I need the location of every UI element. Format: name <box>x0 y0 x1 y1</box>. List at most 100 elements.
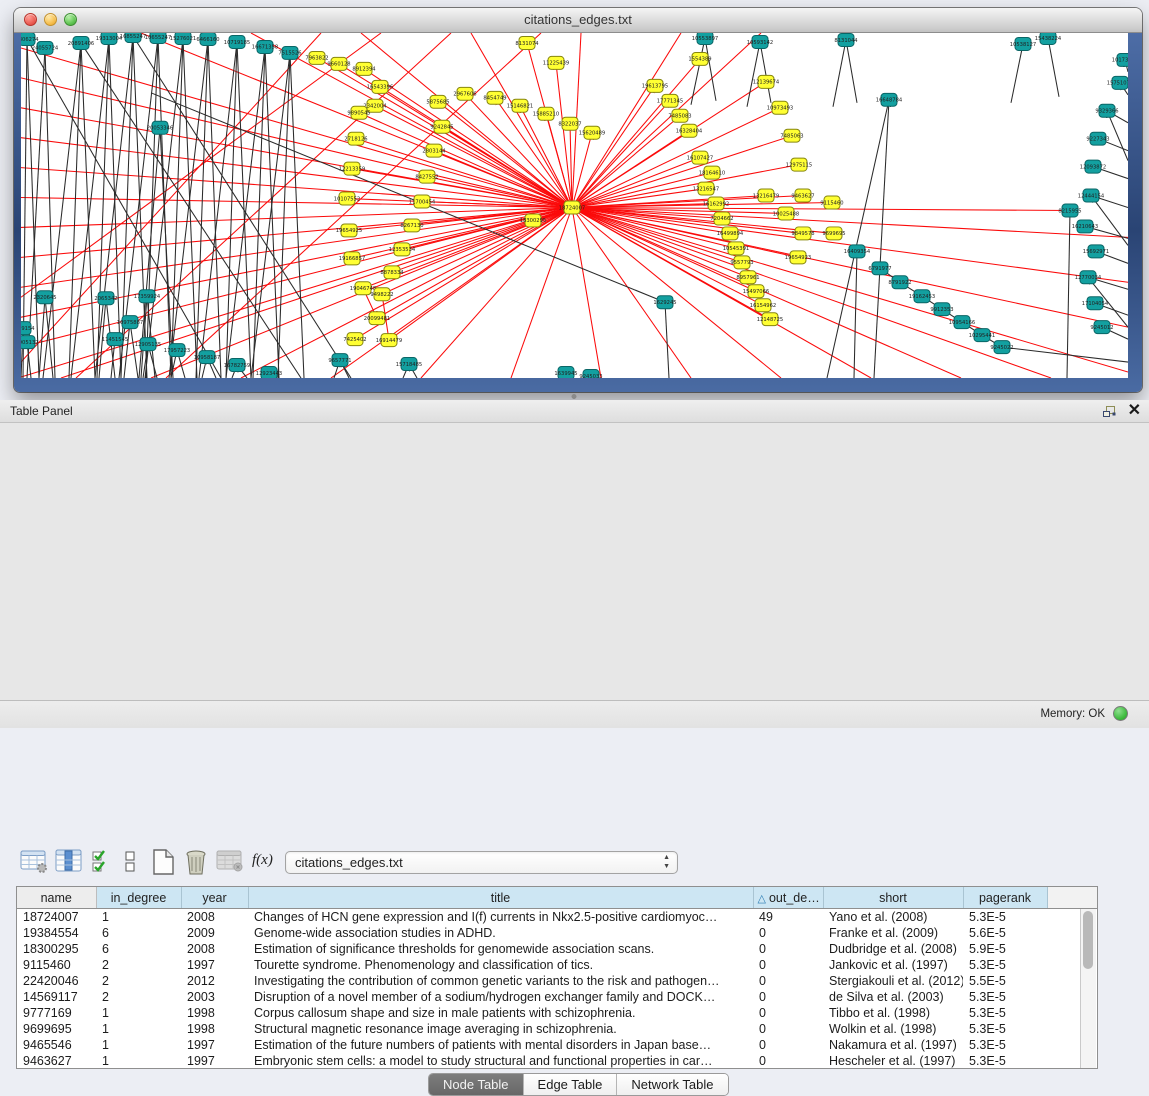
table-cell[interactable]: Estimation of the future numbers of pati… <box>248 1037 753 1053</box>
graph-edge[interactable] <box>572 207 1128 372</box>
graph-edge[interactable] <box>265 47 279 378</box>
graph-node[interactable]: 9699695 <box>822 227 845 240</box>
graph-node[interactable]: 9849578 <box>791 227 814 240</box>
table-row[interactable]: 977716911998Corpus callosum shape and si… <box>17 1005 1097 1021</box>
graph-edge[interactable] <box>572 207 1128 237</box>
graph-node[interactable]: 19654923 <box>785 251 811 264</box>
graph-node[interactable]: 7515526 <box>278 46 301 59</box>
table-cell[interactable]: 1 <box>96 1005 181 1021</box>
graph-node[interactable]: 15692971 <box>1083 245 1109 258</box>
graph-edge[interactable] <box>1011 44 1023 103</box>
graph-node[interactable]: 6791977 <box>868 262 891 275</box>
graph-node[interactable]: 7485083 <box>668 109 691 122</box>
table-cell[interactable]: 5.3E-5 <box>963 1021 1047 1037</box>
table-cell[interactable]: 9463627 <box>17 1053 96 1069</box>
table-cell[interactable]: 1997 <box>181 1053 248 1069</box>
table-cell[interactable]: Tibbo et al. (1998) <box>823 1005 963 1021</box>
graph-node[interactable]: 7963822 <box>305 51 328 64</box>
graph-node[interactable]: 9657771 <box>328 354 351 367</box>
graph-node[interactable]: 17957223 <box>164 344 190 357</box>
graph-node[interactable]: 15751074 <box>1107 76 1128 89</box>
table-cell[interactable]: Wolkin et al. (1998) <box>823 1021 963 1037</box>
scrollbar-thumb[interactable] <box>1083 911 1093 969</box>
graph-node[interactable]: 7204662 <box>710 212 733 225</box>
graph-edge[interactable] <box>1002 347 1128 362</box>
graph-node[interactable]: 19654925 <box>336 224 362 237</box>
table-cell[interactable]: 2012 <box>181 973 248 989</box>
graph-node[interactable]: 2967606 <box>453 87 476 100</box>
graph-node[interactable]: 10538127 <box>1010 37 1036 50</box>
table-row[interactable]: 946554611997Estimation of the future num… <box>17 1037 1097 1053</box>
tab-network-table[interactable]: Network Table <box>617 1074 727 1095</box>
table-row[interactable]: 2242004622012Investigating the contribut… <box>17 973 1097 989</box>
graph-node[interactable]: 15276021 <box>170 33 196 44</box>
table-cell[interactable]: Jankovic et al. (1997) <box>823 957 963 973</box>
graph-node[interactable]: 10593142 <box>747 35 773 48</box>
table-cell[interactable]: 1998 <box>181 1005 248 1021</box>
table-cell[interactable]: 5.3E-5 <box>963 1037 1047 1053</box>
table-cell[interactable]: Estimation of significance thresholds fo… <box>248 941 753 957</box>
graph-node[interactable]: 16648784 <box>876 93 903 106</box>
table-row[interactable]: 1830029562008Estimation of significance … <box>17 941 1097 957</box>
table-cell[interactable]: Franke et al. (2009) <box>823 925 963 941</box>
table-cell[interactable]: Changes of HCN gene expression and I(f) … <box>248 909 753 926</box>
graph-node[interactable]: 12770034 <box>1075 271 1102 284</box>
graph-node[interactable]: 15620489 <box>579 126 605 139</box>
graph-node[interactable]: 13216479 <box>753 189 779 202</box>
graph-node[interactable]: 9245022 <box>990 341 1013 354</box>
table-cell[interactable]: Corpus callosum shape and size in male p… <box>248 1005 753 1021</box>
graph-edge[interactable] <box>705 38 716 101</box>
table-cell[interactable]: Hescheler et al. (1997) <box>823 1053 963 1069</box>
graph-node[interactable]: 18164610 <box>699 166 725 179</box>
graph-node[interactable]: 16855247 <box>120 33 146 42</box>
table-cell[interactable]: 14569117 <box>17 989 96 1005</box>
graph-node[interactable]: 9463627 <box>791 189 814 202</box>
graph-node[interactable]: 9890545 <box>347 106 370 119</box>
graph-edge[interactable] <box>359 113 572 208</box>
table-cell[interactable]: 1997 <box>181 1037 248 1053</box>
graph-edge[interactable] <box>691 38 705 105</box>
graph-node[interactable]: 8322037 <box>558 117 581 130</box>
graph-node[interactable]: 7485063 <box>780 129 803 142</box>
graph-node[interactable]: 11225439 <box>543 56 569 69</box>
table-row[interactable]: 969969511998Structural magnetic resonanc… <box>17 1021 1097 1037</box>
table-cell[interactable]: Embryonic stem cells: a model to study s… <box>248 1053 753 1069</box>
table-cell[interactable]: Disruption of a novel member of a sodium… <box>248 989 753 1005</box>
graph-edge[interactable] <box>665 302 669 378</box>
graph-node[interactable]: 8131044 <box>834 33 858 46</box>
table-row[interactable]: 911546021997Tourette syndrome. Phenomeno… <box>17 957 1097 973</box>
graph-node[interactable]: 15885210 <box>533 107 559 120</box>
table-cell[interactable]: 5.9E-5 <box>963 941 1047 957</box>
graph-node[interactable]: 1939154 <box>21 322 35 335</box>
table-cell[interactable]: Nakamura et al. (1997) <box>823 1037 963 1053</box>
graph-node[interactable]: 10954166 <box>949 316 975 329</box>
table-cell[interactable]: 9777169 <box>17 1005 96 1021</box>
table-cell[interactable]: 5.3E-5 <box>963 909 1047 926</box>
float-panel-icon[interactable] <box>1102 405 1116 418</box>
graph-node[interactable]: 9245012 <box>1090 321 1113 334</box>
node-table[interactable]: namein_degreeyeartitle△out_de…shortpager… <box>16 886 1098 1069</box>
graph-node[interactable]: 8215955 <box>1058 204 1081 217</box>
graph-node[interactable]: 1629245 <box>653 296 676 309</box>
table-cell[interactable]: 5.3E-5 <box>963 989 1047 1005</box>
table-source-dropdown[interactable]: citations_edges.txt ▲▼ <box>285 851 678 874</box>
graph-node[interactable]: 19162453 <box>909 290 935 303</box>
graph-node[interactable]: 20891406 <box>68 36 94 49</box>
table-row[interactable]: 946362711997Embryonic stem cells: a mode… <box>17 1053 1097 1069</box>
table-cell[interactable]: 18724007 <box>17 909 96 926</box>
graph-edge[interactable] <box>290 53 304 378</box>
table-cell[interactable]: Stergiakouli et al. (2012) <box>823 973 963 989</box>
table-cell[interactable]: Genome-wide association studies in ADHD. <box>248 925 753 941</box>
graph-edge[interactable] <box>572 33 761 207</box>
graph-node[interactable]: 8267130 <box>400 219 423 232</box>
table-cell[interactable]: 2 <box>96 989 181 1005</box>
table-cell[interactable]: 1 <box>96 1053 181 1069</box>
table-cell[interactable]: 1997 <box>181 957 248 973</box>
memory-status-icon[interactable] <box>1113 706 1128 721</box>
graph-edge[interactable] <box>833 40 846 107</box>
new-document-icon[interactable] <box>150 848 176 876</box>
graph-node[interactable]: 16499894 <box>717 227 744 240</box>
graph-node[interactable]: 1554389 <box>688 52 711 65</box>
column-header-name[interactable]: name <box>17 887 96 909</box>
trash-icon[interactable] <box>183 848 209 876</box>
